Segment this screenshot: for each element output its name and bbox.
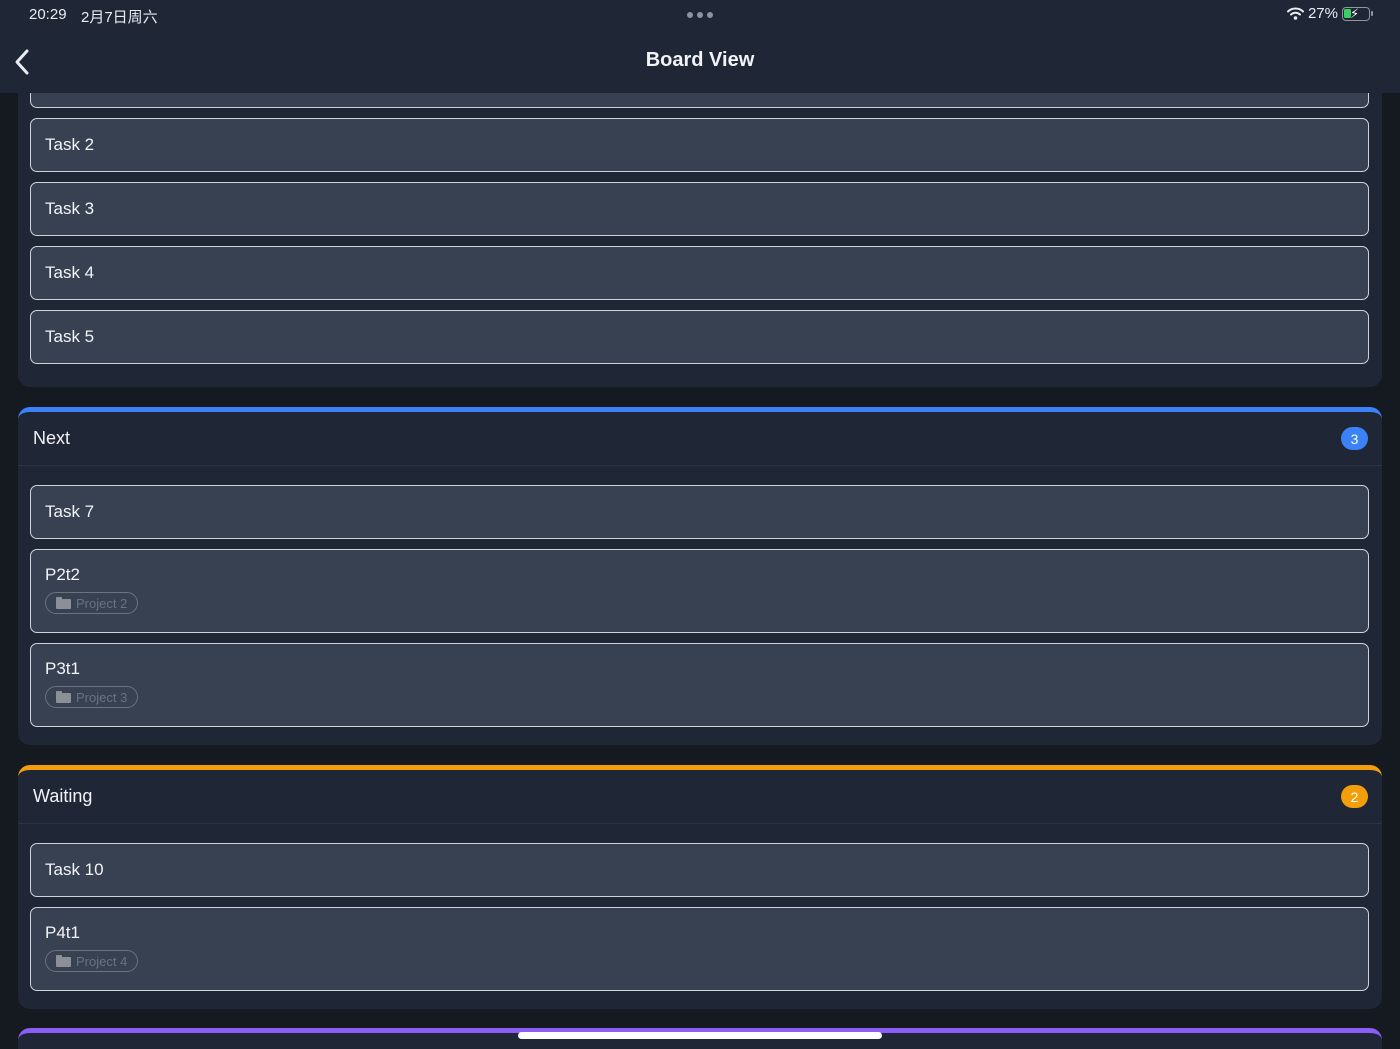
status-time: 20:29 <box>29 6 67 23</box>
task-title: Task 10 <box>45 860 104 879</box>
project-label: Project 2 <box>76 595 128 611</box>
column-header[interactable]: Waiting 2 <box>18 770 1382 824</box>
task-card[interactable]: Task 10 <box>30 843 1369 897</box>
multitask-handle[interactable] <box>687 12 713 18</box>
count-badge: 3 <box>1341 427 1368 450</box>
task-card[interactable]: P3t1 Project 3 <box>30 643 1369 727</box>
task-card[interactable]: P2t2 Project 2 <box>30 549 1369 633</box>
column-title: Waiting <box>33 786 93 806</box>
column-header[interactable]: Next 3 <box>18 412 1382 466</box>
task-title: Task 4 <box>45 263 95 282</box>
column-title: Next <box>33 428 71 448</box>
task-card[interactable]: Task 7 <box>30 485 1369 539</box>
page-title: Board View <box>645 49 755 71</box>
wifi-icon <box>1286 7 1304 20</box>
project-label: Project 3 <box>76 689 128 705</box>
status-indicators: 27% ⚡ <box>1286 5 1373 22</box>
task-card[interactable]: Task 2 <box>30 118 1369 172</box>
task-title: P2t2 <box>45 565 80 584</box>
task-title: Task 2 <box>45 135 95 154</box>
project-label: Project 4 <box>76 953 128 969</box>
task-title: Task 3 <box>45 199 95 218</box>
battery-charging-icon: ⚡ <box>1342 6 1373 21</box>
task-card[interactable]: Task 5 <box>30 310 1369 364</box>
column-waiting: Waiting 2 Task 10 P4t1 Project 4 <box>18 765 1382 1009</box>
folder-icon <box>56 955 71 967</box>
top-bar: 20:29 2月7日周六 27% ⚡ Board View <box>0 0 1400 93</box>
column-next: Next 3 Task 7 P2t2 Project 2 P3t1 Projec… <box>18 407 1382 745</box>
task-title: P3t1 <box>45 659 80 678</box>
board-content[interactable]: Task 2 Task 3 Task 4 Task 5 Next 3 Task … <box>0 0 1400 1049</box>
folder-icon <box>56 691 71 703</box>
task-title: Task 7 <box>45 502 95 521</box>
project-tag[interactable]: Project 4 <box>45 950 139 972</box>
battery-percent: 27% <box>1307 5 1338 22</box>
project-tag[interactable]: Project 2 <box>45 592 139 614</box>
task-title: P4t1 <box>45 923 80 942</box>
home-indicator[interactable] <box>518 1032 882 1039</box>
folder-icon <box>56 597 71 609</box>
count-badge: 2 <box>1341 785 1368 808</box>
board-view-screen: Task 2 Task 3 Task 4 Task 5 Next 3 Task … <box>0 0 1400 1049</box>
task-card[interactable]: Task 3 <box>30 182 1369 236</box>
task-card[interactable]: P4t1 Project 4 <box>30 907 1369 991</box>
project-tag[interactable]: Project 3 <box>45 686 139 708</box>
task-card[interactable]: Task 4 <box>30 246 1369 300</box>
task-title: Task 5 <box>45 327 95 346</box>
status-date: 2月7日周六 <box>81 9 158 26</box>
